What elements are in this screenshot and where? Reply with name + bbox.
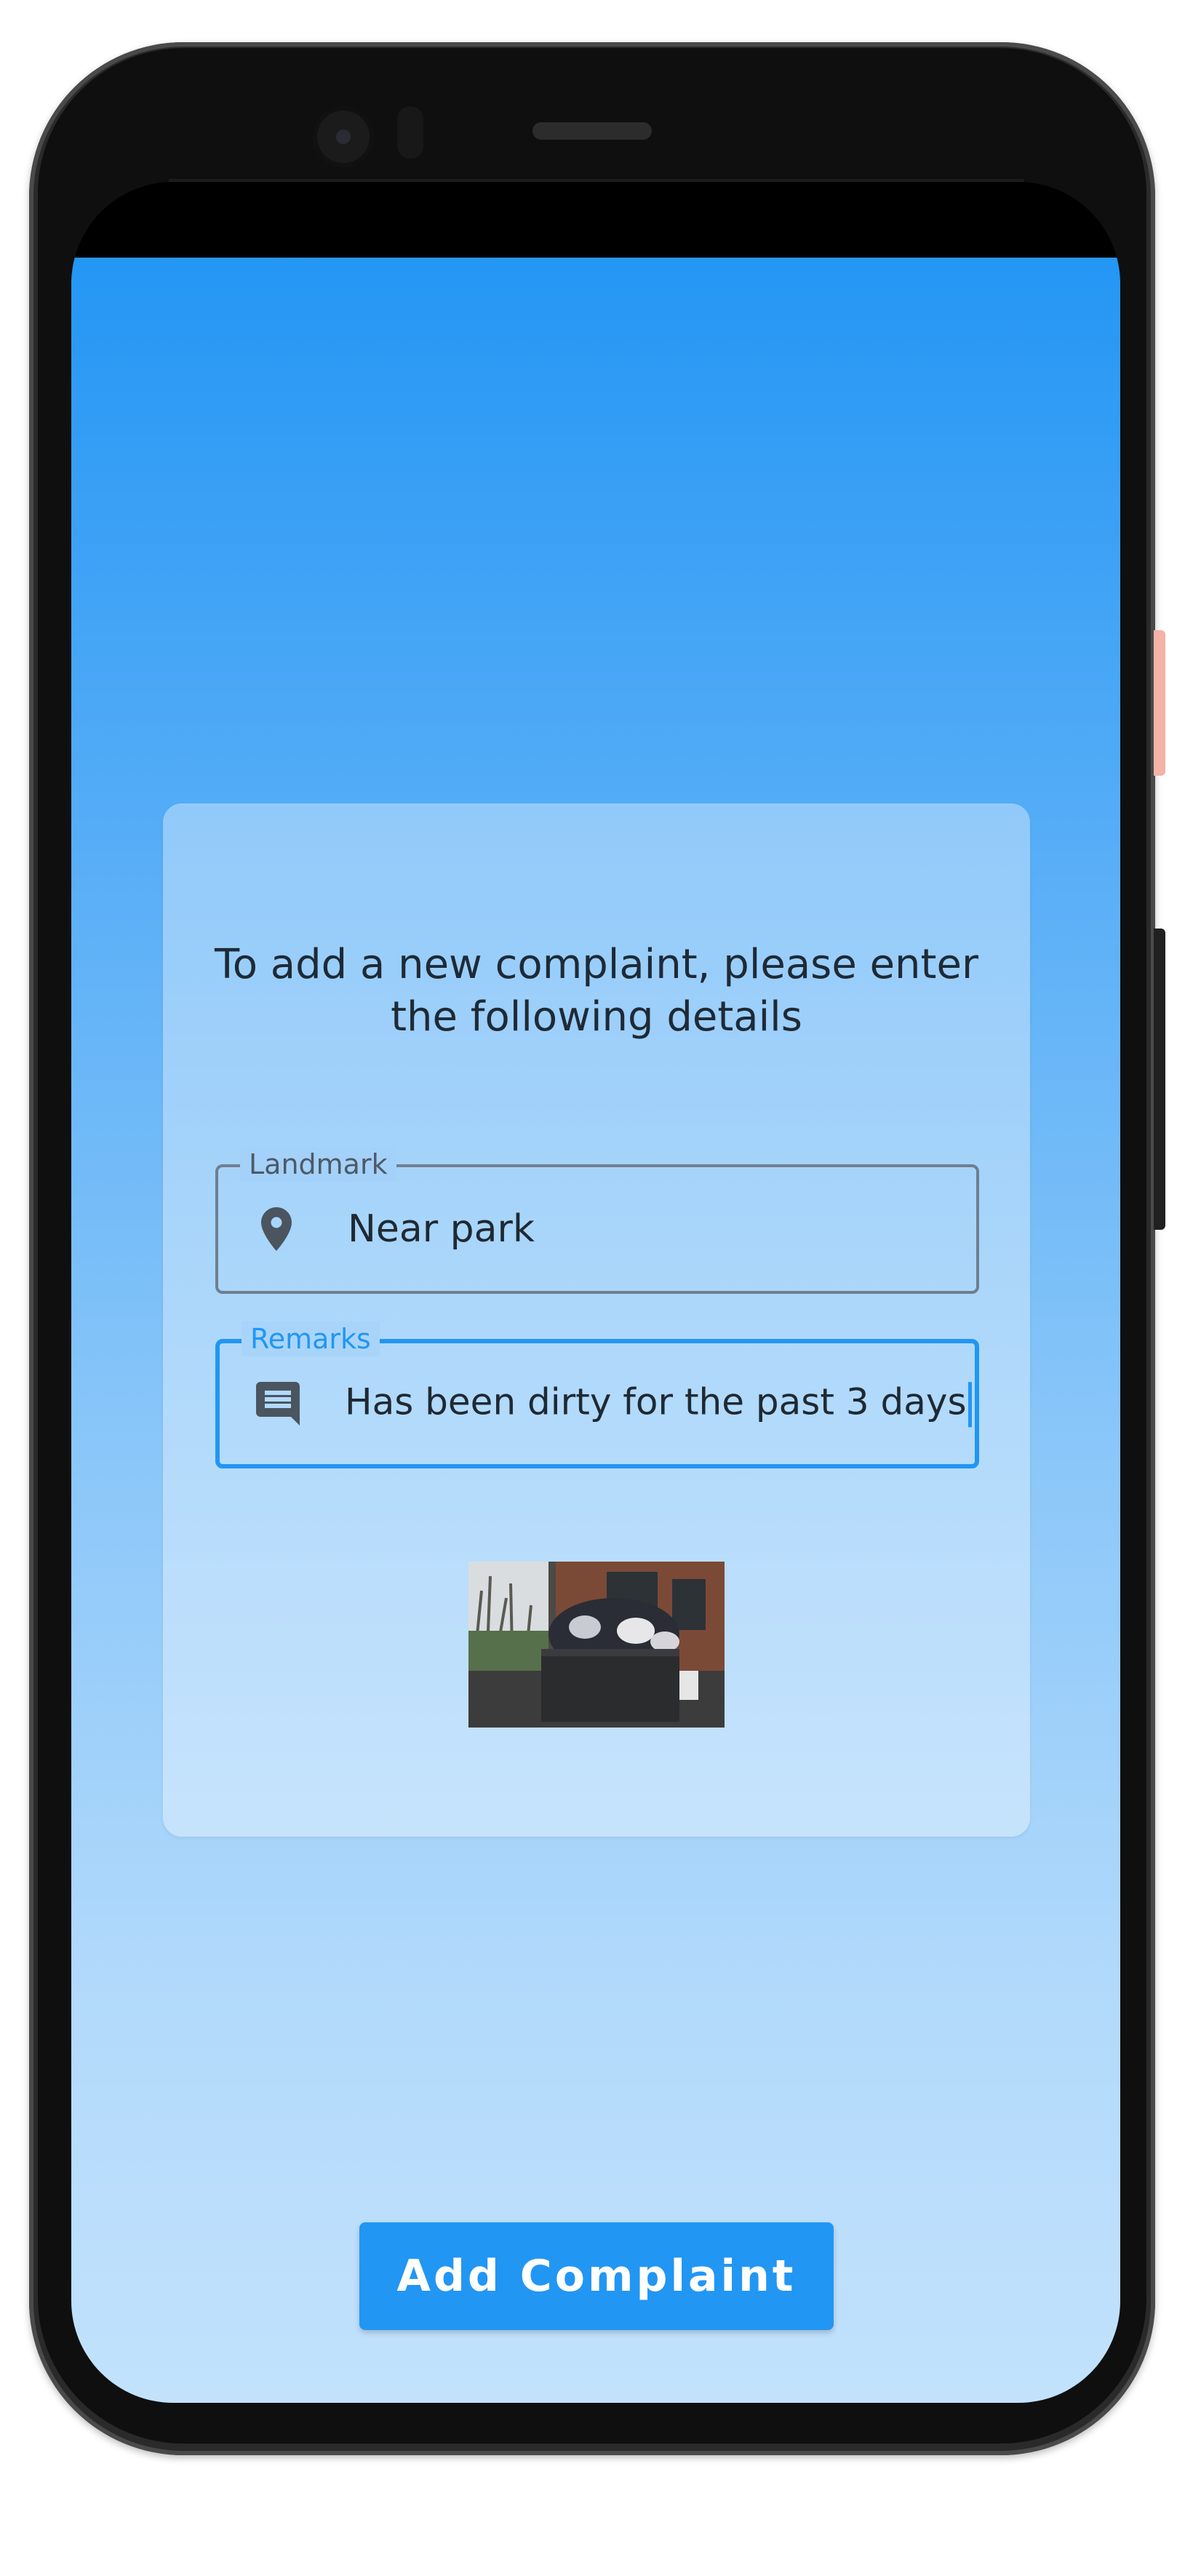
remarks-field[interactable]: Remarks Has been dirty for the past 3 da… xyxy=(215,1321,979,1468)
complaint-photo[interactable] xyxy=(468,1562,725,1728)
landmark-input[interactable]: Near park xyxy=(348,1207,535,1251)
remarks-label: Remarks xyxy=(242,1321,380,1356)
complaint-form-card: To add a new complaint, please enter the… xyxy=(163,803,1030,1837)
landmark-field[interactable]: Landmark Near park xyxy=(215,1147,979,1294)
volume-button xyxy=(1154,929,1165,1230)
text-cursor xyxy=(967,1381,972,1427)
power-button xyxy=(1154,630,1165,776)
location-pin-icon xyxy=(261,1207,292,1251)
front-camera-icon xyxy=(313,106,374,167)
remarks-input[interactable]: Has been dirty for the past 3 days xyxy=(345,1380,972,1427)
device-frame: To add a new complaint, please enter the… xyxy=(0,0,1193,2576)
sensor-icon xyxy=(397,106,423,159)
add-complaint-page: To add a new complaint, please enter the… xyxy=(71,258,1120,2403)
garbage-photo-image xyxy=(468,1562,725,1728)
earpiece-speaker xyxy=(532,122,652,140)
form-heading: To add a new complaint, please enter the… xyxy=(215,941,978,1041)
status-bar xyxy=(71,182,1120,258)
landmark-label: Landmark xyxy=(240,1147,396,1182)
screen: To add a new complaint, please enter the… xyxy=(71,182,1120,2403)
add-complaint-button[interactable]: Add Complaint xyxy=(359,2222,834,2330)
remarks-text: Has been dirty for the past 3 days xyxy=(345,1380,967,1423)
comment-icon xyxy=(256,1382,300,1426)
